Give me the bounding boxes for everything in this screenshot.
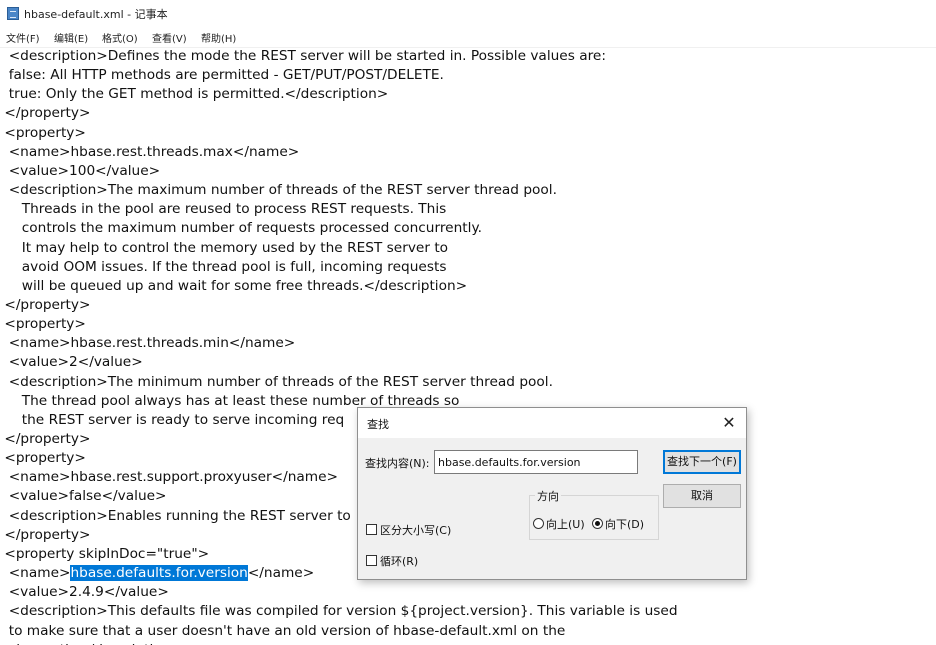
editor-line: the REST server is ready to serve incomi… [0,411,345,428]
editor-line: <value>100</value> [0,162,161,179]
editor-line: will be queued up and wait for some free… [0,277,468,294]
wrap-around-checkbox[interactable] [366,555,377,566]
editor-line: Threads in the pool are reused to proces… [0,201,447,218]
editor-line: <property> [0,124,86,141]
editor-line: <description>The minimum number of threa… [0,373,553,390]
window-title: hbase-default.xml - 记事本 [24,8,168,21]
cancel-button[interactable]: 取消 [663,484,741,508]
editor-line: <name>hbase.defaults.for.version</name> [0,564,314,583]
editor-line: <name>hbase.rest.threads.min</name> [0,335,296,352]
menu-bar: 文件(F) 编辑(E) 格式(O) 查看(V) 帮助(H) [0,27,936,48]
editor-line: <description>Defines the mode the REST s… [0,48,606,64]
editor-line: <name>hbase.rest.threads.max</name> [0,143,300,160]
editor-line: to make sure that a user doesn't have an… [0,622,566,639]
editor-line: <description>The maximum number of threa… [0,182,557,199]
find-next-button[interactable]: 查找下一个(F) [663,450,741,474]
find-dialog: 查找 ✕ 查找内容(N): 查找下一个(F) 取消 方向 向上(U) 向下(D)… [357,407,747,580]
line-text: <name> [0,565,71,582]
editor-line: <value>false</value> [0,488,167,505]
editor-line: <value>2</value> [0,354,143,371]
dialog-title: 查找 [367,418,389,431]
find-what-label: 查找内容(N): [365,457,430,470]
dialog-title-bar: 查找 ✕ [358,408,746,438]
menu-help[interactable]: 帮助(H) [201,30,236,45]
editor-line: controls the maximum number of requests … [0,220,482,237]
editor-line: <name>hbase.rest.support.proxyuser</name… [0,469,338,486]
line-text-after-selection: </name> [247,565,315,582]
editor-line: <property skipInDoc="true"> [0,545,210,562]
editor-line: <description>This defaults file was comp… [0,603,678,620]
editor-line: </property> [0,526,91,543]
close-icon[interactable]: ✕ [718,412,740,434]
direction-up-label: 向上(U) [546,518,585,531]
editor-line: <property> [0,450,86,467]
direction-down-radio[interactable] [592,518,603,529]
direction-down-label: 向下(D) [605,518,645,531]
match-case-label: 区分大小写(C) [380,524,452,537]
editor-line: true: Only the GET method is permitted.<… [0,86,389,103]
editor-line: </property> [0,105,91,122]
editor-line: classpath.</description> [0,641,182,645]
editor-line: <value>2.4.9</value> [0,584,169,601]
editor-line: avoid OOM issues. If the thread pool is … [0,258,447,275]
wrap-around-label: 循环(R) [380,555,419,568]
editor-line: </property> [0,431,91,447]
notepad-icon [7,7,19,20]
menu-format[interactable]: 格式(O) [102,30,138,45]
match-case-checkbox[interactable] [366,524,377,535]
menu-edit[interactable]: 编辑(E) [54,30,88,45]
menu-file[interactable]: 文件(F) [6,30,40,45]
editor-line: It may help to control the memory used b… [0,239,449,256]
editor-line: <property> [0,316,86,333]
find-what-input[interactable] [434,450,638,474]
menu-view[interactable]: 查看(V) [152,30,187,45]
selected-search-match: hbase.defaults.for.version [70,565,248,582]
editor-line: false: All HTTP methods are permitted - … [0,67,444,84]
editor-line: </property> [0,296,91,313]
title-bar: hbase-default.xml - 记事本 [0,0,936,27]
editor-line: <description>Enables running the REST se… [0,507,351,524]
direction-up-radio[interactable] [533,518,544,529]
direction-label: 方向 [535,488,561,504]
